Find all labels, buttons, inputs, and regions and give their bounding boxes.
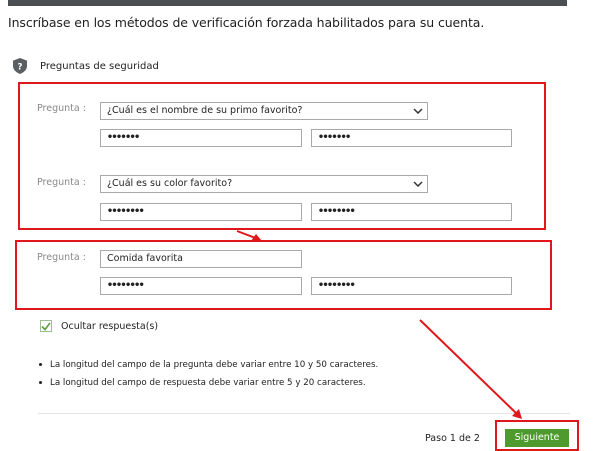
security-questions-header: ? Preguntas de seguridad <box>13 58 159 74</box>
svg-text:?: ? <box>18 63 23 73</box>
page-heading: Inscríbase en los métodos de verificació… <box>8 15 485 30</box>
annotation-box-custom-question <box>15 240 552 310</box>
top-bar <box>8 0 567 6</box>
rule-item: La longitud del campo de respuesta debe … <box>39 378 366 388</box>
next-button[interactable]: Siguiente <box>505 429 569 447</box>
annotation-box-predefined-questions <box>18 82 546 230</box>
hide-answers-label: Ocultar respuesta(s) <box>61 320 159 332</box>
step-indicator: Paso 1 de 2 <box>425 433 480 444</box>
annotation-arrow-1 <box>236 230 259 240</box>
footer-divider <box>38 413 570 414</box>
hide-answers-row: Ocultar respuesta(s) <box>40 320 158 332</box>
section-title: Preguntas de seguridad <box>40 60 159 72</box>
hide-answers-checkbox[interactable] <box>40 320 52 332</box>
annotation-arrowhead-2 <box>512 409 522 419</box>
shield-question-icon: ? <box>13 58 27 74</box>
rule-item: La longitud del campo de la pregunta deb… <box>39 360 378 370</box>
rule-2-text: La longitud del campo de respuesta debe … <box>50 378 366 388</box>
checkmark-icon <box>41 322 51 331</box>
annotation-arrow-2 <box>419 319 518 415</box>
rule-1-text: La longitud del campo de la pregunta deb… <box>50 360 379 370</box>
